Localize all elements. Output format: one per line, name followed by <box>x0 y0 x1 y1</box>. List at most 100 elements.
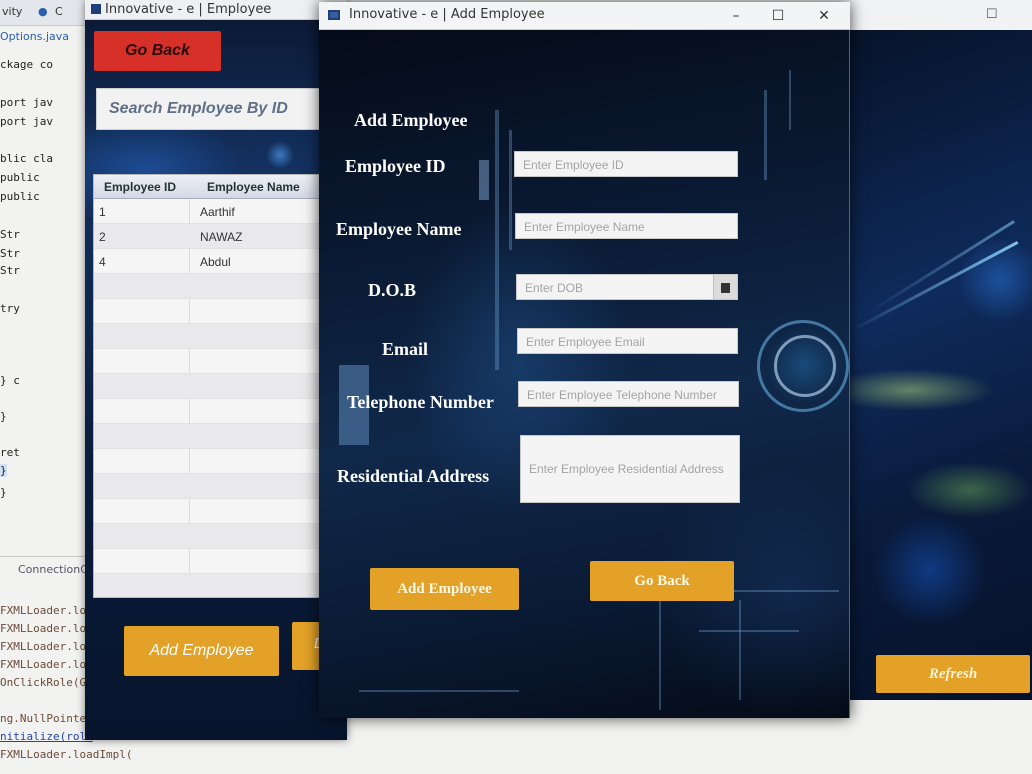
decor-line <box>699 630 799 632</box>
employee-table[interactable]: Employee ID Employee Name 1 Aarthif 2 NA… <box>93 174 347 598</box>
console-line: ng.NullPointe <box>0 712 87 725</box>
email-label: Email <box>382 339 429 359</box>
table-row-empty <box>94 549 346 574</box>
minimize-icon[interactable]: – <box>725 6 747 26</box>
decor-line <box>509 130 512 250</box>
search-employee-input[interactable]: Search Employee By ID <box>96 88 347 130</box>
code-line: ckage co <box>0 58 53 71</box>
ide-tab-class[interactable]: C <box>55 5 63 18</box>
decor-ring <box>774 335 836 397</box>
employee-id-label: Employee ID <box>345 156 446 176</box>
employee-window: Innovative - e | Employee Go Back Search… <box>85 0 347 740</box>
background-app-window: ☐ <box>850 0 1032 700</box>
add-employee-submit-button[interactable]: Add Employee <box>370 568 519 610</box>
app-icon <box>328 10 340 20</box>
code-line: Str <box>0 228 20 241</box>
calendar-icon[interactable] <box>713 275 737 299</box>
ide-tab-activity[interactable]: vity <box>2 5 22 18</box>
decor-line <box>359 690 519 692</box>
employee-id-field[interactable]: Enter Employee ID <box>514 151 738 177</box>
add-employee-button[interactable]: Add Employee <box>124 626 279 676</box>
code-line: port jav <box>0 96 53 109</box>
console-line: FXMLLoader.lo <box>0 622 87 635</box>
console-line: FXMLLoader.lo <box>0 658 87 671</box>
maximize-icon[interactable]: ☐ <box>767 6 789 26</box>
column-header-employee-id[interactable]: Employee ID <box>104 180 176 194</box>
decor-line <box>739 600 741 700</box>
table-header: Employee ID Employee Name <box>94 175 346 199</box>
table-row-empty <box>94 574 346 597</box>
telephone-label: Telephone Number <box>347 392 494 412</box>
console-line: FXMLLoader.lo <box>0 604 87 617</box>
decor-block <box>479 160 489 200</box>
table-row[interactable]: 2 NAWAZ <box>94 224 346 249</box>
cell-employee-name: NAWAZ <box>200 230 243 244</box>
table-row-empty <box>94 524 346 549</box>
table-row-empty <box>94 499 346 524</box>
add-window-body: Add Employee Employee ID Enter Employee … <box>319 30 850 718</box>
employee-name-field[interactable]: Enter Employee Name <box>515 213 738 239</box>
table-row-empty <box>94 399 346 424</box>
light-streak <box>850 240 1019 333</box>
console-line: FXMLLoader.loadImpl( <box>0 748 133 761</box>
add-window-titlebar[interactable]: Innovative - e | Add Employee – ☐ ✕ <box>319 2 850 30</box>
background-artwork <box>850 30 1032 700</box>
decor-line <box>495 110 499 370</box>
code-line: Str <box>0 264 20 277</box>
light-streak <box>869 220 1015 313</box>
add-employee-window: Innovative - e | Add Employee – ☐ ✕ Add … <box>319 2 850 718</box>
table-row-empty <box>94 374 346 399</box>
code-line: try <box>0 302 20 315</box>
dob-label: D.O.B <box>368 280 417 300</box>
refresh-button[interactable]: Refresh <box>876 655 1030 693</box>
go-back-button[interactable]: Go Back <box>94 31 221 71</box>
cell-employee-id: 2 <box>99 230 106 244</box>
address-field[interactable]: Enter Employee Residential Address <box>520 435 740 503</box>
dob-placeholder: Enter DOB <box>525 281 584 295</box>
cell-employee-id: 1 <box>99 205 106 219</box>
ide-file-tab[interactable]: Options.java <box>0 30 69 43</box>
code-line: Str <box>0 247 20 260</box>
table-row-empty <box>94 449 346 474</box>
code-line: } <box>0 410 7 423</box>
app-icon <box>91 4 101 14</box>
table-row-empty <box>94 274 346 299</box>
console-line: OnClickRole(G <box>0 676 87 689</box>
close-icon[interactable]: ✕ <box>813 6 835 26</box>
table-row[interactable]: 4 Abdul <box>94 249 346 274</box>
code-line: port jav <box>0 115 53 128</box>
cell-employee-name: Abdul <box>200 255 231 269</box>
table-row-empty <box>94 474 346 499</box>
employee-window-body: Go Back Search Employee By ID Employee I… <box>85 20 347 740</box>
add-employee-heading: Add Employee <box>354 110 468 130</box>
code-line: public <box>0 190 40 203</box>
go-back-button[interactable]: Go Back <box>590 561 734 601</box>
console-link[interactable]: nitialize(role <box>0 730 93 743</box>
address-label: Residential Address <box>337 466 490 486</box>
employee-name-label: Employee Name <box>336 219 462 239</box>
class-icon: ● <box>38 5 48 18</box>
code-line: public <box>0 171 40 184</box>
employee-window-titlebar[interactable]: Innovative - e | Employee <box>85 0 347 20</box>
add-window-title: Innovative - e | Add Employee <box>349 7 545 22</box>
table-row-empty <box>94 299 346 324</box>
code-line: } <box>0 464 7 477</box>
column-header-employee-name[interactable]: Employee Name <box>207 180 300 194</box>
decor-line <box>764 90 767 180</box>
table-row[interactable]: 1 Aarthif <box>94 199 346 224</box>
decor-line <box>659 590 661 710</box>
code-line: blic cla <box>0 152 53 165</box>
window-border <box>849 30 850 718</box>
maximize-icon[interactable]: ☐ <box>986 6 998 22</box>
telephone-field[interactable]: Enter Employee Telephone Number <box>518 381 739 407</box>
cell-employee-id: 4 <box>99 255 106 269</box>
code-line: } c <box>0 374 20 387</box>
table-row-empty <box>94 424 346 449</box>
table-row-empty <box>94 349 346 374</box>
code-line: ret <box>0 446 20 459</box>
dob-field[interactable]: Enter DOB <box>516 274 738 300</box>
email-field[interactable]: Enter Employee Email <box>517 328 738 354</box>
decor-line <box>789 70 791 130</box>
table-row-empty <box>94 324 346 349</box>
console-line: FXMLLoader.lo <box>0 640 87 653</box>
